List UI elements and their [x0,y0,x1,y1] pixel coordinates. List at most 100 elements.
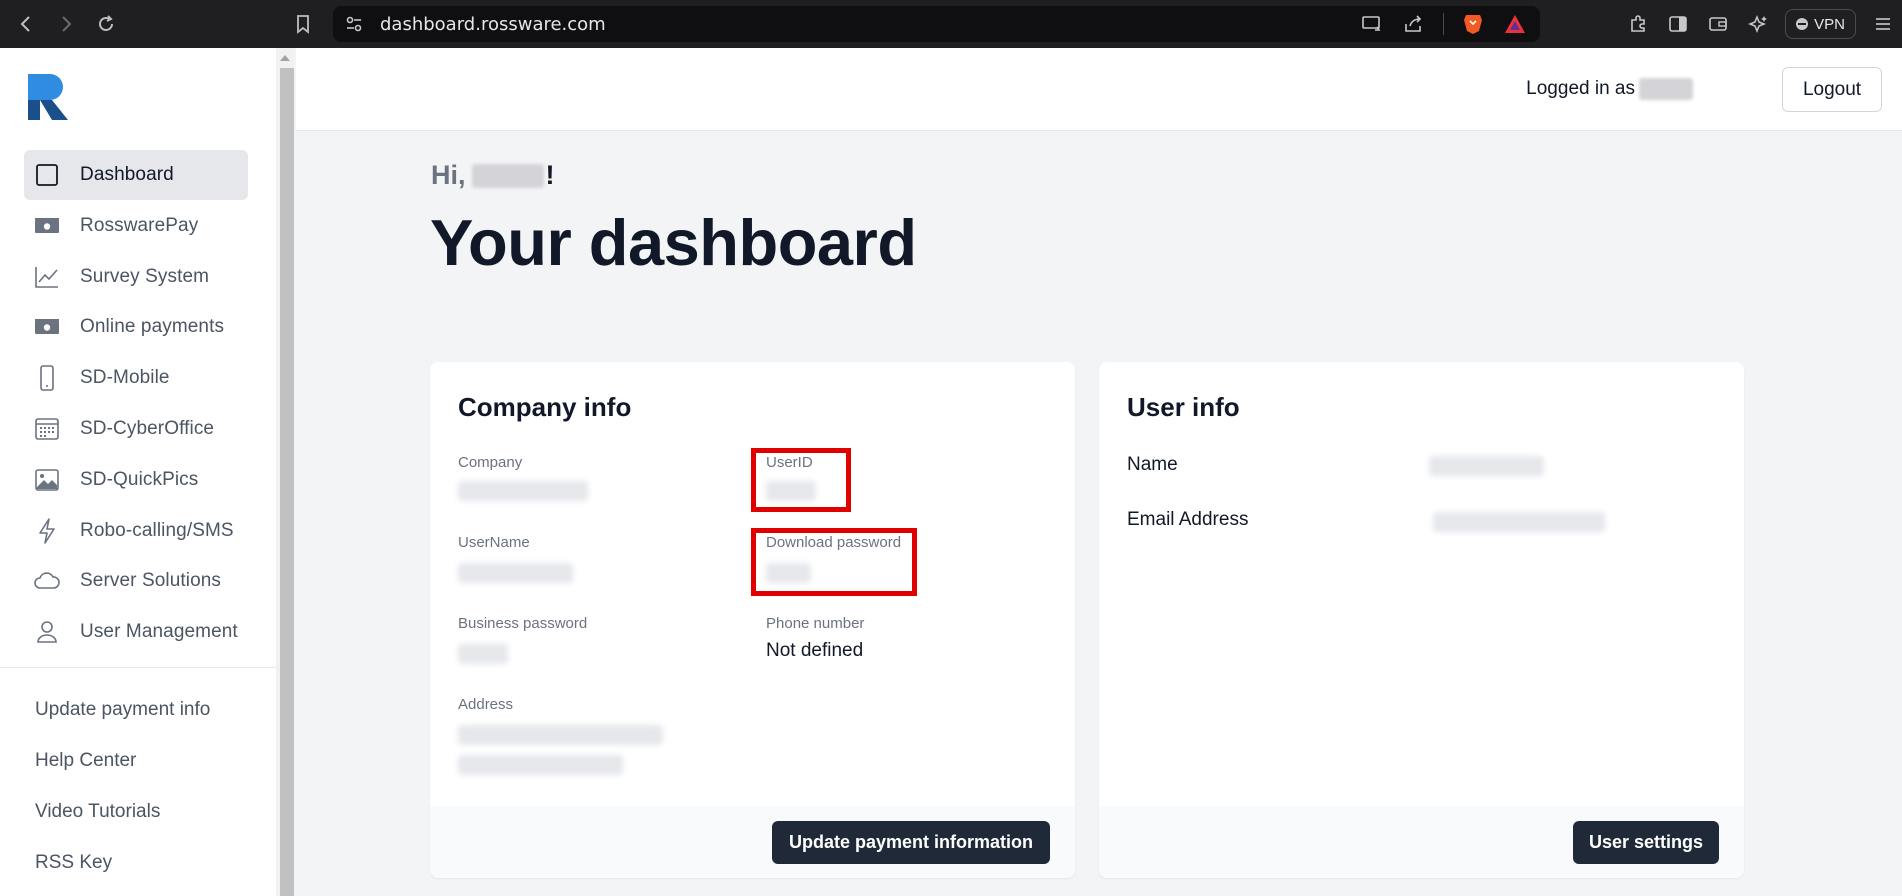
logout-button[interactable]: Logout [1782,67,1882,112]
sidebar-item-sd-quickpics[interactable]: SD-QuickPics [24,455,248,505]
reload-icon [99,15,113,31]
sidebar-item-label: SD-Mobile [80,367,170,389]
company-card-footer: Update payment information [430,806,1075,878]
sidebar-item-survey-system[interactable]: Survey System [24,252,248,302]
business-password-value-redacted [458,644,508,664]
sidebar-toggle-icon[interactable] [1665,11,1691,37]
sidebar-item-rosswarepay[interactable]: RosswarePay [24,201,248,251]
cash-icon [34,213,60,239]
sidebar-menu: Dashboard RosswarePay Survey System Onli… [24,150,248,658]
user-info-card: User info Name Email Address User settin… [1099,362,1744,878]
chevron-right-icon [62,16,72,32]
sidebar-item-online-payments[interactable]: Online payments [24,302,248,352]
sidebar-item-sd-mobile[interactable]: SD-Mobile [24,353,248,403]
menu-icon[interactable] [1870,11,1896,37]
business-password-label: Business password [458,615,588,632]
address-field: Address [458,696,663,775]
back-button[interactable] [6,0,46,48]
phone-icon [34,365,60,391]
vpn-label: VPN [1814,15,1845,33]
company-info-title: Company info [458,392,632,422]
sidebar-item-server-solutions[interactable]: Server Solutions [24,556,248,606]
username-value-redacted [458,563,573,583]
sidebar-divider [0,667,276,668]
vpn-button[interactable]: VPN [1785,9,1856,39]
sidebar-bottom-links: Update payment info Help Center Video Tu… [35,684,210,888]
page-title: Your dashboard [430,206,917,279]
sidebar-item-dashboard[interactable]: Dashboard [24,150,248,200]
userid-highlight-box [751,448,851,512]
greeting: Hi, ! [431,160,555,191]
cast-icon[interactable] [1359,11,1385,37]
vpn-status-icon [1796,18,1809,30]
browser-actions: VPN [1625,0,1902,48]
share-icon[interactable] [1401,11,1427,37]
site-settings-icon[interactable] [344,14,364,34]
company-field: Company [458,454,588,506]
logged-in-status: Logged in as [1526,78,1693,100]
brave-rewards-icon[interactable] [1502,11,1528,37]
cloud-icon [34,568,60,594]
phone-number-field: Phone number Not defined [766,615,864,662]
square-icon [34,162,60,188]
redacted-username [1639,78,1693,100]
sidebar-item-sd-cyberoffice[interactable]: SD-CyberOffice [24,404,248,454]
update-payment-info-link[interactable]: Update payment info [35,684,210,735]
sidebar-item-robo-calling-sms[interactable]: Robo-calling/SMS [24,506,248,556]
user-card-footer: User settings [1099,806,1744,878]
address-line2-redacted [458,755,623,775]
reload-button[interactable] [86,0,126,48]
company-info-card: Company info Company UserID UserName Dow… [430,362,1075,878]
redacted-first-name [471,163,544,188]
wallet-icon[interactable] [1705,11,1731,37]
sidebar-item-label: Dashboard [80,164,174,185]
brave-shield-icon[interactable] [1460,11,1486,37]
address-label: Address [458,696,514,713]
sidebar-item-label: RosswarePay [80,214,199,236]
sidebar-item-label: User Management [80,621,238,643]
scroll-up-arrow[interactable] [276,48,294,68]
user-info-title: User info [1127,392,1240,422]
forward-button[interactable] [46,0,86,48]
cash-icon [34,314,60,340]
address-bar[interactable]: dashboard.rossware.com [333,6,1540,42]
sidebar-scrollbar[interactable] [276,48,294,896]
chevron-left-icon [20,16,30,32]
address-line1-redacted [458,725,663,745]
help-center-link[interactable]: Help Center [35,735,210,786]
username-label: UserName [458,534,530,551]
greeting-prefix: Hi, [431,160,466,190]
trend-chart-icon [34,264,60,290]
url-divider [1443,13,1444,35]
sidebar-item-label: SD-QuickPics [80,468,199,490]
company-label: Company [458,454,523,471]
business-password-field: Business password [458,615,587,669]
phone-number-value: Not defined [766,640,864,661]
email-address-label: Email Address [1127,509,1249,530]
name-value-redacted [1429,456,1544,476]
url-text[interactable]: dashboard.rossware.com [380,14,606,35]
sidebar-item-label: Survey System [80,265,210,287]
leo-ai-icon[interactable] [1745,11,1771,37]
company-value-redacted [458,481,588,501]
sidebar: Dashboard RosswarePay Survey System Onli… [0,48,276,896]
rss-key-link[interactable]: RSS Key [35,837,210,888]
top-header: Logged in as Logout [296,48,1902,131]
extensions-icon[interactable] [1625,11,1651,37]
scrollbar-track [276,68,280,896]
bookmark-button[interactable] [290,11,316,37]
sidebar-item-label: Robo-calling/SMS [80,519,234,541]
sidebar-item-user-management[interactable]: User Management [24,607,248,657]
bookmark-icon [297,15,309,34]
user-icon [34,619,60,645]
sidebar-item-label: Server Solutions [80,570,222,592]
lightning-icon [34,517,60,544]
phone-number-label: Phone number [766,615,865,632]
name-label: Name [1127,454,1178,475]
username-field: UserName [458,534,573,588]
greeting-suffix: ! [545,160,555,190]
user-settings-button[interactable]: User settings [1573,821,1719,864]
update-payment-information-button[interactable]: Update payment information [772,821,1050,864]
video-tutorials-link[interactable]: Video Tutorials [35,786,210,837]
rossware-logo-icon[interactable] [28,74,70,120]
